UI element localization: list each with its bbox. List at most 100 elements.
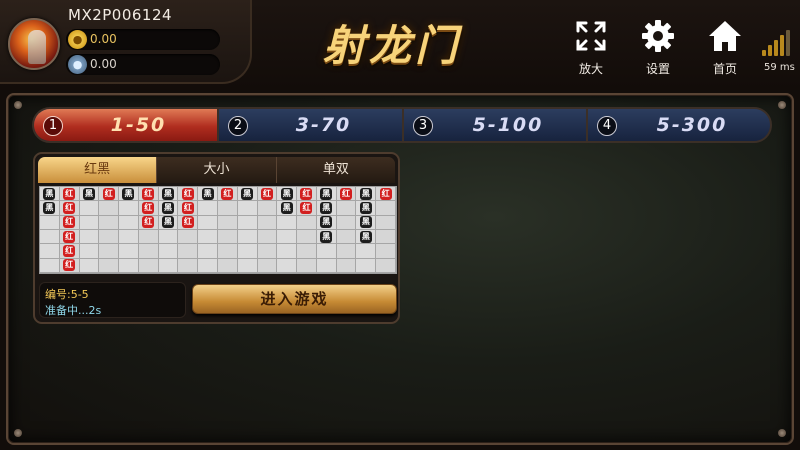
- black-bead: 黑: [359, 230, 372, 243]
- road-cell: [277, 229, 298, 245]
- road-cell: 黑: [356, 201, 377, 216]
- red-bead: 红: [260, 187, 273, 200]
- road-cell: [218, 201, 238, 216]
- red-bead: 红: [63, 230, 76, 243]
- road-cell: [79, 244, 100, 259]
- road-cell: [198, 229, 218, 245]
- latency: 59 ms: [764, 62, 795, 73]
- road-cell: 黑: [316, 215, 337, 230]
- road-cell: [356, 258, 377, 273]
- road-cell: [218, 229, 238, 245]
- red-bead: 红: [63, 216, 76, 229]
- room-info: 编号:5-5 准备中...2s: [39, 282, 186, 318]
- road-cell: [297, 244, 317, 259]
- gold-balance-value: 0.00: [90, 32, 117, 46]
- road-cell: [158, 229, 179, 245]
- game-title: 射龙门: [322, 21, 461, 70]
- red-bead: 红: [379, 187, 392, 200]
- zoom-button[interactable]: 放大: [565, 18, 617, 76]
- road-cell: 红: [59, 201, 80, 216]
- road-cell: 黑: [316, 229, 337, 245]
- avatar[interactable]: [8, 18, 60, 70]
- gear-icon: [642, 20, 674, 52]
- bet-tab-2[interactable]: 2 3-70: [219, 109, 404, 141]
- red-bead: 红: [181, 216, 194, 229]
- bet-tab-3[interactable]: 3 5-100: [404, 109, 588, 141]
- road-cell: 红: [178, 187, 199, 202]
- road-cell: 红: [257, 187, 278, 202]
- black-bead: 黑: [43, 187, 56, 200]
- road-cell: 黑: [237, 187, 258, 202]
- silver-coin-icon: ●: [68, 55, 87, 74]
- red-bead: 红: [340, 187, 353, 200]
- road-cell: 红: [297, 201, 317, 216]
- road-cell: 红: [138, 215, 159, 230]
- black-bead: 黑: [82, 187, 95, 200]
- settings-button[interactable]: 设置: [632, 18, 684, 76]
- enter-game-button[interactable]: 进入游戏: [192, 284, 397, 314]
- road-tab-2[interactable]: 大小: [157, 157, 277, 183]
- road-cell: 黑: [316, 201, 337, 216]
- black-bead: 黑: [162, 187, 175, 200]
- road-cell: [237, 201, 258, 216]
- black-bead: 黑: [280, 201, 293, 214]
- road-tab-1[interactable]: 红黑: [38, 157, 158, 183]
- road-cell: [237, 244, 258, 259]
- black-bead: 黑: [359, 216, 372, 229]
- road-cell: [99, 229, 120, 245]
- road-tab-3[interactable]: 单双: [276, 157, 395, 183]
- road-cell: [99, 258, 120, 273]
- road-cell: [376, 229, 396, 245]
- black-bead: 黑: [122, 187, 135, 200]
- silver-balance-value: 0.00: [90, 57, 117, 71]
- road-cell: 黑: [198, 187, 218, 202]
- road-cell: [336, 201, 357, 216]
- road-cell: 红: [59, 215, 80, 230]
- road-cell: [40, 215, 60, 230]
- red-bead: 红: [181, 201, 194, 214]
- road-cell: [297, 258, 317, 273]
- corner-rivet: [14, 429, 22, 437]
- black-bead: 黑: [280, 187, 293, 200]
- road-cell: 黑: [316, 187, 337, 202]
- room-card: 红黑 大小 单双 黑红黑红黑红黑红黑红黑红黑红黑红黑红黑红红黑红黑红黑黑红红黑红黑黑…: [33, 152, 400, 324]
- bet-range-tabs: 1 1-50 2 3-70 3 5-100 4 5-300: [32, 107, 772, 143]
- road-cell: [119, 229, 139, 245]
- road-cell: [237, 229, 258, 245]
- zoom-label: 放大: [578, 62, 603, 76]
- road-cell: [119, 215, 139, 230]
- black-bead: 黑: [320, 201, 333, 214]
- bet-tab-4[interactable]: 4 5-300: [588, 109, 770, 141]
- home-button[interactable]: 首页: [699, 18, 751, 76]
- black-bead: 黑: [320, 230, 333, 243]
- road-cell: [257, 258, 278, 273]
- corner-rivet: [778, 101, 786, 109]
- road-cell: [79, 201, 100, 216]
- red-bead: 红: [142, 187, 155, 200]
- road-cell: 红: [297, 187, 317, 202]
- red-bead: 红: [142, 201, 155, 214]
- road-cell: [336, 215, 357, 230]
- home-icon: [709, 21, 741, 51]
- bet-tab-1[interactable]: 1 1-50: [34, 109, 219, 141]
- road-cell: [277, 244, 298, 259]
- road-cell: 黑: [158, 187, 179, 202]
- red-bead: 红: [300, 201, 313, 214]
- red-bead: 红: [102, 187, 115, 200]
- corner-rivet: [778, 429, 786, 437]
- bead-road: 黑红黑红黑红黑红黑红黑红黑红黑红黑红黑红红黑红黑红黑黑红红黑红黑黑红黑黑红红: [39, 186, 397, 274]
- road-cell: [198, 244, 218, 259]
- road-cell: [257, 215, 278, 230]
- road-type-tabs: 红黑 大小 单双: [38, 157, 395, 183]
- road-cell: [277, 258, 298, 273]
- road-cell: [257, 201, 278, 216]
- road-cell: [198, 258, 218, 273]
- road-cell: [376, 201, 396, 216]
- gold-coin-icon: ●: [68, 30, 87, 49]
- road-cell: 黑: [119, 187, 139, 202]
- road-cell: [376, 215, 396, 230]
- road-cell: [316, 244, 337, 259]
- road-cell: 黑: [356, 229, 377, 245]
- black-bead: 黑: [241, 187, 254, 200]
- expand-icon: [576, 21, 606, 51]
